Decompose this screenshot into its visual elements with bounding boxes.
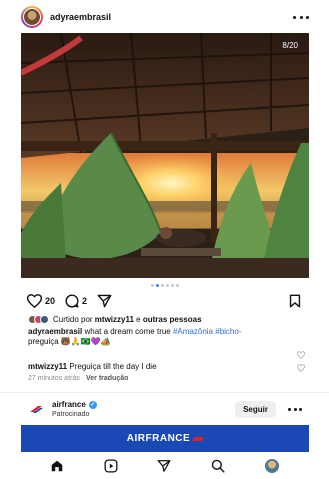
nav-reels[interactable] [104, 459, 118, 473]
like-button[interactable]: 20 [27, 294, 55, 308]
caption-text: what a dream come true [82, 327, 173, 336]
liked-by-mid: e [133, 315, 143, 324]
ad-header: airfrance ✓ Patrocinado Seguir [28, 398, 302, 420]
heart-icon [27, 294, 42, 308]
nav-search[interactable] [211, 459, 225, 473]
comment-button[interactable]: 2 [65, 294, 87, 308]
caption-like-icon[interactable] [297, 351, 305, 359]
follow-button[interactable]: Seguir [235, 400, 276, 418]
pager-dot [165, 284, 169, 287]
liked-by-row[interactable]: Curtido por mtwizzy11 e outras pessoas [28, 315, 202, 324]
share-button[interactable] [97, 294, 112, 308]
liked-by-others[interactable]: outras pessoas [143, 315, 202, 324]
comment-text: Preguiça till the day I die [67, 362, 157, 371]
liked-by-avatars [28, 315, 49, 324]
bottom-nav [0, 452, 329, 479]
liked-by-user[interactable]: mtwizzy11 [95, 315, 134, 324]
post-caption: adyraembrasil what a dream come true #Am… [28, 327, 290, 347]
post-meta: 27 minutos atrás · Ver tradução [28, 375, 128, 382]
see-translation-link[interactable]: Ver tradução [86, 375, 128, 382]
send-icon [158, 459, 171, 472]
comment-row: mtwizzy11 Preguiça till the day I die [28, 362, 278, 371]
search-icon [212, 459, 225, 473]
bookmark-icon [289, 294, 301, 308]
divider [0, 392, 329, 393]
home-icon [51, 460, 63, 471]
comment-like-icon[interactable] [297, 364, 305, 372]
time-ago: 27 minutos atrás [28, 375, 80, 382]
more-options-button[interactable] [293, 11, 309, 23]
ad-banner[interactable]: AIRFRANCE [21, 425, 309, 452]
hashtag-bicho[interactable]: #bicho- [215, 327, 241, 336]
pager-dot [155, 284, 159, 287]
pager-dot [160, 284, 164, 287]
profile-avatar [265, 458, 280, 473]
carousel-pager [0, 284, 329, 287]
pager-dot [170, 284, 174, 287]
ad-more-options-button[interactable] [288, 407, 302, 411]
hammock-photo [21, 33, 309, 278]
airfrance-logo-icon [30, 406, 43, 413]
post-photo[interactable]: 8/20 [21, 33, 309, 278]
liked-by-prefix: Curtido por [53, 315, 95, 324]
nav-profile[interactable] [265, 458, 280, 473]
comment-username[interactable]: mtwizzy11 [28, 362, 67, 371]
avatar[interactable] [21, 6, 43, 28]
nav-home[interactable] [50, 459, 64, 473]
hashtag-amazonia[interactable]: #Amazônia [173, 327, 213, 336]
banner-stripe [192, 436, 205, 441]
pager-dot [150, 284, 154, 287]
send-icon [97, 294, 112, 308]
verified-badge-icon: ✓ [88, 400, 97, 409]
post-header: adyraembrasil [21, 4, 309, 30]
pager-dot [175, 284, 179, 287]
ad-banner-text: AIRFRANCE [126, 433, 191, 444]
sponsored-label: Patrocinado [52, 411, 90, 418]
nav-direct[interactable] [157, 459, 171, 473]
caption-username[interactable]: adyraembrasil [28, 327, 82, 336]
comments-count: 2 [82, 296, 88, 306]
post-actions: 20 2 [27, 292, 301, 310]
ad-account-name[interactable]: airfrance [52, 400, 86, 409]
reels-icon [104, 459, 118, 472]
caption-line-2: preguiça 🐻🙏🇧🇷💜🏕️ [28, 337, 111, 346]
media-counter: 8/20 [277, 39, 303, 52]
save-button[interactable] [289, 294, 301, 308]
airfrance-logo[interactable] [28, 401, 44, 417]
comment-icon [65, 294, 79, 308]
post-username[interactable]: adyraembrasil [50, 12, 111, 22]
likes-count: 20 [45, 296, 56, 306]
